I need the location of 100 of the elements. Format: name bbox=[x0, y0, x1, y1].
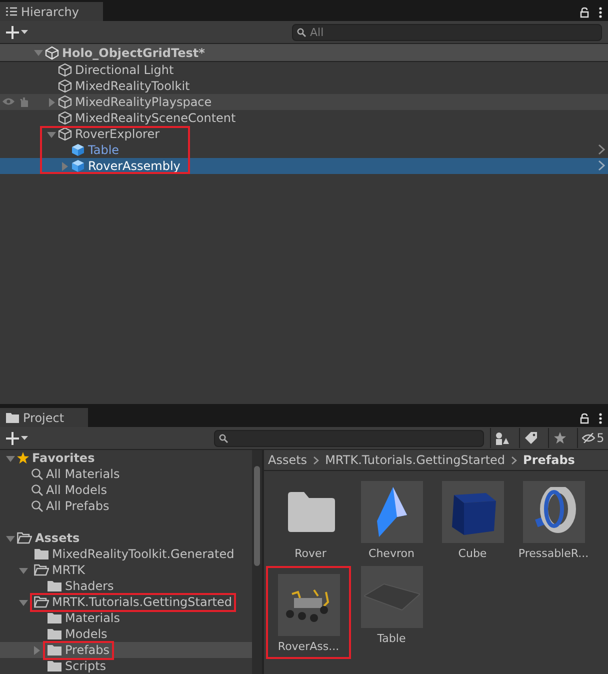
folder-row[interactable]: MixedRealityToolkit.Generated bbox=[0, 546, 252, 562]
folder-row[interactable]: MRTK bbox=[0, 562, 252, 578]
open-folder-icon bbox=[17, 532, 32, 544]
prefab-cube-icon bbox=[71, 143, 85, 157]
collapsed-arrow-icon[interactable] bbox=[47, 98, 56, 106]
folder-row[interactable]: Models bbox=[0, 626, 252, 642]
chevron-right-icon bbox=[511, 456, 518, 464]
cube-outline-icon bbox=[58, 111, 72, 125]
hierarchy-tab[interactable]: Hierarchy bbox=[0, 2, 104, 21]
expanded-arrow-icon[interactable] bbox=[6, 534, 15, 542]
favorite-label: All Materials bbox=[46, 467, 120, 481]
chevron-right-icon[interactable] bbox=[598, 144, 605, 155]
scrollbar[interactable] bbox=[252, 450, 264, 674]
breadcrumb-item[interactable]: Assets bbox=[268, 453, 308, 467]
prefab-cube-icon bbox=[71, 159, 85, 173]
add-dropdown-button[interactable] bbox=[6, 432, 28, 444]
expanded-arrow-icon[interactable] bbox=[47, 130, 56, 138]
favorite-label: All Prefabs bbox=[46, 499, 110, 513]
breadcrumb-item[interactable]: Prefabs bbox=[523, 453, 575, 467]
flat-plane-drawing bbox=[364, 582, 420, 612]
asset-name: Chevron bbox=[368, 547, 414, 560]
hierarchy-row[interactable]: MixedRealityPlayspace bbox=[0, 94, 608, 110]
section-title: Favorites bbox=[32, 451, 95, 465]
assets-header[interactable]: Assets bbox=[0, 530, 252, 546]
favorite-item[interactable]: All Models bbox=[0, 482, 252, 498]
more-options-icon[interactable] bbox=[599, 6, 602, 18]
asset-name: Table bbox=[377, 632, 406, 645]
caret-icon bbox=[21, 30, 28, 34]
folder-name: MRTK bbox=[52, 563, 86, 577]
more-options-icon[interactable] bbox=[599, 412, 602, 424]
folder-icon bbox=[47, 644, 62, 656]
eye-icon[interactable] bbox=[2, 97, 15, 106]
folder-name: Materials bbox=[65, 611, 120, 625]
asset-name: RoverAss... bbox=[278, 640, 340, 653]
search-icon bbox=[31, 500, 43, 512]
search-icon bbox=[31, 468, 43, 480]
folder-row[interactable]: Shaders bbox=[0, 578, 252, 594]
section-title: Assets bbox=[35, 531, 80, 545]
collapsed-arrow-icon[interactable] bbox=[60, 162, 69, 170]
folder-row[interactable]: Materials bbox=[0, 610, 252, 626]
open-folder-icon bbox=[34, 564, 49, 576]
folder-name: Shaders bbox=[65, 579, 114, 593]
hierarchy-row[interactable]: Table bbox=[0, 142, 608, 158]
chevron-right-icon bbox=[313, 456, 320, 464]
folder-row[interactable]: Scripts bbox=[0, 658, 252, 674]
hierarchy-row[interactable]: RoverExplorer bbox=[0, 126, 608, 142]
chevron-right-icon[interactable] bbox=[598, 160, 605, 171]
hidden-packages-button[interactable]: 5 bbox=[577, 428, 608, 448]
search-placeholder: All bbox=[310, 26, 324, 38]
folder-name: Prefabs bbox=[65, 643, 110, 657]
cube-outline-icon bbox=[58, 95, 72, 109]
open-folder-icon bbox=[34, 596, 49, 608]
star-icon bbox=[554, 432, 566, 444]
tag-icon bbox=[525, 432, 537, 444]
expanded-arrow-icon[interactable] bbox=[19, 566, 28, 574]
expanded-arrow-icon[interactable] bbox=[34, 48, 43, 57]
folder-icon bbox=[6, 412, 19, 422]
folder-icon bbox=[47, 628, 62, 640]
object-name: RoverAssembly bbox=[88, 159, 180, 173]
favorite-label: All Models bbox=[46, 483, 107, 497]
project-tab[interactable]: Project bbox=[0, 408, 88, 427]
scene-header[interactable]: Holo_ObjectGridTest* bbox=[0, 44, 608, 62]
search-icon bbox=[31, 484, 43, 496]
asset-tile[interactable]: RoverAss... bbox=[266, 566, 351, 659]
collapsed-arrow-icon[interactable] bbox=[32, 646, 41, 654]
hierarchy-row[interactable]: MixedRealitySceneContent bbox=[0, 110, 608, 126]
folder-row[interactable]: MRTK.Tutorials.GettingStarted bbox=[0, 594, 252, 610]
object-name: Directional Light bbox=[75, 63, 174, 77]
search-icon bbox=[297, 28, 306, 36]
asset-tile[interactable]: Rover bbox=[270, 481, 351, 560]
scene-name: Holo_ObjectGridTest* bbox=[62, 46, 205, 60]
plus-icon bbox=[6, 432, 19, 444]
folder-icon bbox=[34, 548, 49, 560]
cube-outline-icon bbox=[58, 127, 72, 141]
folder-icon bbox=[286, 491, 336, 533]
hierarchy-row[interactable]: MixedRealityToolkit bbox=[0, 78, 608, 94]
hand-icon[interactable] bbox=[19, 97, 29, 107]
expanded-arrow-icon[interactable] bbox=[6, 454, 15, 462]
search-field[interactable]: All bbox=[292, 24, 602, 40]
folder-name: Scripts bbox=[65, 659, 106, 673]
add-dropdown-button[interactable] bbox=[6, 26, 28, 38]
hierarchy-row[interactable]: Directional Light bbox=[0, 62, 608, 78]
cube-outline-icon bbox=[58, 63, 72, 77]
hierarchy-row[interactable]: RoverAssembly bbox=[0, 158, 608, 174]
favorite-item[interactable]: All Prefabs bbox=[0, 498, 252, 514]
expanded-arrow-icon[interactable] bbox=[19, 598, 28, 606]
list-icon bbox=[6, 7, 17, 16]
caret-icon bbox=[21, 436, 28, 440]
star-icon bbox=[17, 452, 29, 464]
favorite-item[interactable]: All Materials bbox=[0, 466, 252, 482]
object-name: RoverExplorer bbox=[75, 127, 160, 141]
shapes-icon bbox=[495, 432, 509, 444]
folder-row[interactable]: Prefabs bbox=[0, 642, 252, 658]
breadcrumb-item[interactable]: MRTK.Tutorials.GettingStarted bbox=[325, 453, 506, 467]
lock-icon[interactable] bbox=[580, 6, 589, 18]
lock-icon[interactable] bbox=[580, 412, 589, 424]
search-field[interactable] bbox=[214, 430, 484, 446]
favorites-header[interactable]: Favorites bbox=[0, 450, 252, 466]
asset-name: Rover bbox=[294, 547, 326, 560]
chevron-drawing bbox=[374, 487, 408, 537]
